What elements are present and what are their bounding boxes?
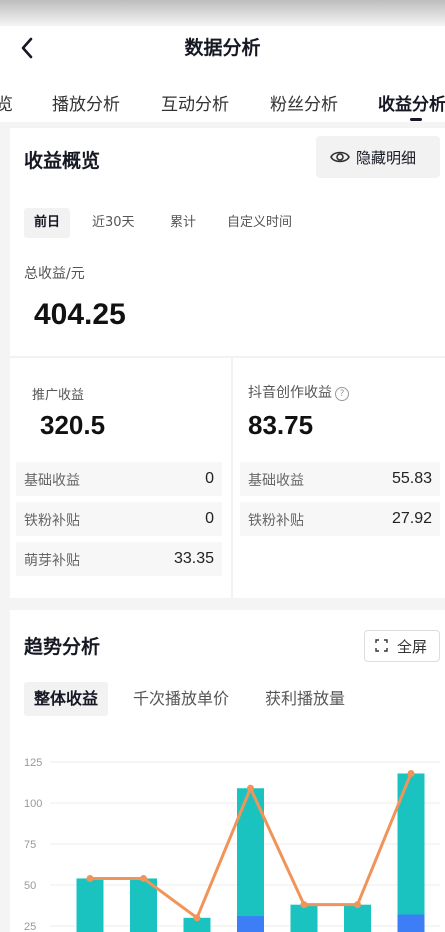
row-label: 铁粉补贴 — [24, 513, 80, 529]
row-value: 55.83 — [391, 470, 432, 487]
total-revenue-value: 404.25 — [34, 298, 126, 331]
creation-revenue-label: 抖音创作收益? — [248, 382, 349, 402]
y-tick-label: 25 — [24, 921, 36, 932]
bar-segment[interactable] — [397, 914, 425, 932]
row-value: 0 — [205, 510, 214, 527]
y-tick-label: 125 — [24, 757, 42, 769]
y-tick-label: 50 — [24, 880, 36, 892]
fullscreen-button[interactable]: 全屏 — [364, 630, 440, 662]
analysis-tabs: 览 播放分析 互动分析 粉丝分析 收益分析 — [0, 76, 445, 122]
trend-title: 趋势分析 — [24, 636, 101, 658]
navbar: 数据分析 — [0, 26, 445, 70]
row-value: 0 — [205, 470, 214, 487]
tab-fans-analysis[interactable]: 粉丝分析 — [270, 90, 338, 115]
line-point[interactable] — [300, 901, 308, 909]
overview-title: 收益概览 — [24, 150, 101, 172]
fullscreen-label: 全屏 — [397, 638, 428, 656]
hide-details-button[interactable]: 隐藏明细 — [316, 136, 440, 178]
fullscreen-icon — [375, 639, 388, 652]
row-value: 27.92 — [391, 510, 432, 527]
y-tick-label: 75 — [24, 839, 36, 851]
line-point[interactable] — [193, 914, 201, 922]
tab-overview[interactable]: 览 — [0, 90, 13, 115]
bar[interactable] — [76, 878, 104, 932]
row-label: 铁粉补贴 — [248, 513, 304, 529]
status-bar — [0, 0, 445, 26]
row-value: 33.35 — [173, 550, 214, 567]
row-label: 萌芽补贴 — [24, 553, 80, 569]
range-tab-custom[interactable]: 自定义时间 — [227, 208, 292, 238]
line-point[interactable] — [247, 784, 254, 792]
range-tab-yesterday[interactable]: 前日 — [24, 208, 71, 238]
row-label: 基础收益 — [24, 473, 80, 489]
total-revenue-label: 总收益/元 — [24, 266, 85, 282]
creation-revenue-value: 83.75 — [248, 410, 314, 440]
creation-revenue-label-text: 抖音创作收益 — [248, 385, 332, 401]
metric-tab-monetized-plays[interactable]: 获利播放量 — [265, 682, 345, 716]
hide-details-label: 隐藏明细 — [356, 149, 417, 167]
tab-play-analysis[interactable]: 播放分析 — [52, 90, 120, 115]
creation-row-basic: 基础收益 55.83 — [240, 462, 440, 496]
tab-revenue-analysis[interactable]: 收益分析 — [378, 90, 445, 115]
page-title: 数据分析 — [184, 37, 261, 59]
promo-row-sprout: 萌芽补贴 33.35 — [16, 542, 222, 576]
range-tab-30days[interactable]: 近30天 — [92, 208, 135, 238]
bar[interactable] — [344, 904, 371, 932]
range-tab-cumulative[interactable]: 累计 — [170, 208, 196, 238]
metric-tab-cpm[interactable]: 千次播放单价 — [133, 682, 229, 716]
creation-row-ironfans: 铁粉补贴 27.92 — [240, 502, 440, 536]
line-point[interactable] — [407, 769, 415, 777]
active-tab-indicator — [410, 118, 422, 121]
divider — [231, 358, 233, 598]
trend-chart: 125 100 75 50 25 — [24, 757, 440, 932]
promo-row-ironfans: 铁粉补贴 0 — [16, 502, 222, 536]
help-icon[interactable]: ? — [335, 387, 349, 401]
promo-revenue-value: 320.5 — [40, 410, 106, 440]
y-tick-label: 100 — [24, 798, 42, 810]
line-point[interactable] — [354, 901, 361, 909]
promo-revenue-label: 推广收益 — [32, 388, 85, 403]
divider — [10, 356, 445, 358]
row-label: 基础收益 — [248, 473, 304, 489]
bar-segment[interactable] — [237, 916, 264, 932]
metric-tab-overall[interactable]: 整体收益 — [24, 682, 109, 716]
promo-row-basic: 基础收益 0 — [16, 462, 222, 496]
revenue-overview-card: 收益概览 隐藏明细 前日 近30天 累计 自定义时间 总收益/元 404.25 … — [10, 128, 445, 598]
bar[interactable] — [290, 904, 318, 932]
line-point[interactable] — [140, 874, 147, 882]
line-point[interactable] — [86, 874, 94, 882]
eye-icon — [330, 151, 350, 163]
tab-interaction-analysis[interactable]: 互动分析 — [161, 90, 229, 115]
